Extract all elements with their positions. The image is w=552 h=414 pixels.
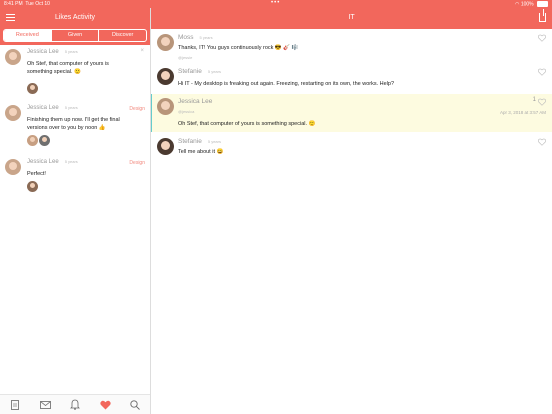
avatar [5,159,21,175]
status-right: ◠ 100% [515,1,548,7]
message-post-highlighted[interactable]: Jessica Lee @jessica Oh Stef, that compu… [151,94,552,132]
tab-received[interactable]: Received [4,30,51,41]
channel-tag[interactable]: Design [129,106,145,112]
post-author: Jessica Lee [178,98,213,105]
likers [27,83,38,94]
avatar [5,105,21,121]
avatar [157,138,174,155]
liker-avatar [27,135,38,146]
post-text: Hi IT - My desktop is freaking out again… [178,81,395,87]
wifi-icon: ◠ [515,1,520,8]
avatar [5,49,21,65]
message-post[interactable]: Stefanie 5 years Tell me about it 😀 [151,134,552,164]
message-post[interactable]: Moss 5 years Thanks, IT! You guys continu… [151,30,552,64]
like-heart-icon[interactable] [538,138,546,146]
search-icon[interactable] [129,399,141,411]
avatar [157,68,174,85]
item-author: Jessica Lee 5 years [27,49,78,55]
item-message: Perfect! [27,171,46,177]
channel-tag[interactable]: Design [129,160,145,166]
avatar [157,98,174,115]
page-title: Likes Activity [54,14,96,21]
like-heart-icon[interactable] [538,34,546,42]
post-author: Stefanie 5 years [178,138,221,145]
post-mention: @jessica [178,109,195,114]
channel-title: IT [348,14,355,21]
likes-activity-pane: Likes Activity Received Given Discover J… [0,8,151,414]
heart-icon[interactable] [99,399,111,411]
like-count: 1 [532,97,536,103]
message-post[interactable]: Stefanie 5 years Hi IT - My desktop is fr… [151,64,552,94]
liker-avatar [27,181,38,192]
likers [27,181,38,192]
item-author: Jessica Lee 5 years [27,105,78,111]
item-message: Finishing them up now. I'll get the fina… [27,117,120,131]
left-header: Likes Activity [0,8,150,29]
multitask-dots-icon[interactable]: ••• [271,0,280,6]
tab-given[interactable]: Given [50,30,99,41]
highlight-bar [151,94,152,132]
mail-icon[interactable] [39,399,51,411]
post-author: Stefanie 5 years [178,68,221,75]
liker-avatar [39,135,50,146]
item-message: Oh Stef, that computer of yours is somet… [27,61,109,75]
status-time: 8:41 PM Tue Oct 10 [4,1,50,7]
post-date: Apr 3, 2018 at 3:57 AM [499,110,546,115]
likers [27,135,50,146]
battery-level: 100% [520,1,534,8]
list-item[interactable]: Jessica Lee 5 years Design Perfect! [0,155,150,195]
post-text: Tell me about it 😀 [178,149,224,155]
list-item[interactable]: Jessica Lee 5 years Design Finishing them… [0,101,150,155]
post-mention: @jessie [178,55,193,60]
bottom-tab-bar [0,394,150,414]
channel-header: IT [151,8,552,29]
avatar [157,34,174,51]
liker-avatar [27,83,38,94]
tab-discover[interactable]: Discover [98,30,146,41]
share-icon[interactable] [539,9,546,22]
item-author: Jessica Lee 5 years [27,159,78,165]
like-heart-icon[interactable] [538,98,546,106]
battery-icon [537,1,548,7]
segment-control: Received Given Discover [3,29,147,42]
post-text: Thanks, IT! You guys continuously rock 😎… [178,45,299,51]
status-bar: 8:41 PM Tue Oct 10 ••• ◠ 100% [0,0,552,8]
segment-control-wrap: Received Given Discover [0,29,150,45]
post-text: Oh Stef, that computer of yours is somet… [178,121,316,127]
like-heart-icon[interactable] [538,68,546,76]
list-item[interactable]: Jessica Lee 5 years × Oh Stef, that compu… [0,45,150,101]
dismiss-icon[interactable]: × [140,48,144,54]
post-author: Moss 5 years [178,34,213,41]
document-icon[interactable] [9,399,21,411]
bell-icon[interactable] [69,399,81,411]
